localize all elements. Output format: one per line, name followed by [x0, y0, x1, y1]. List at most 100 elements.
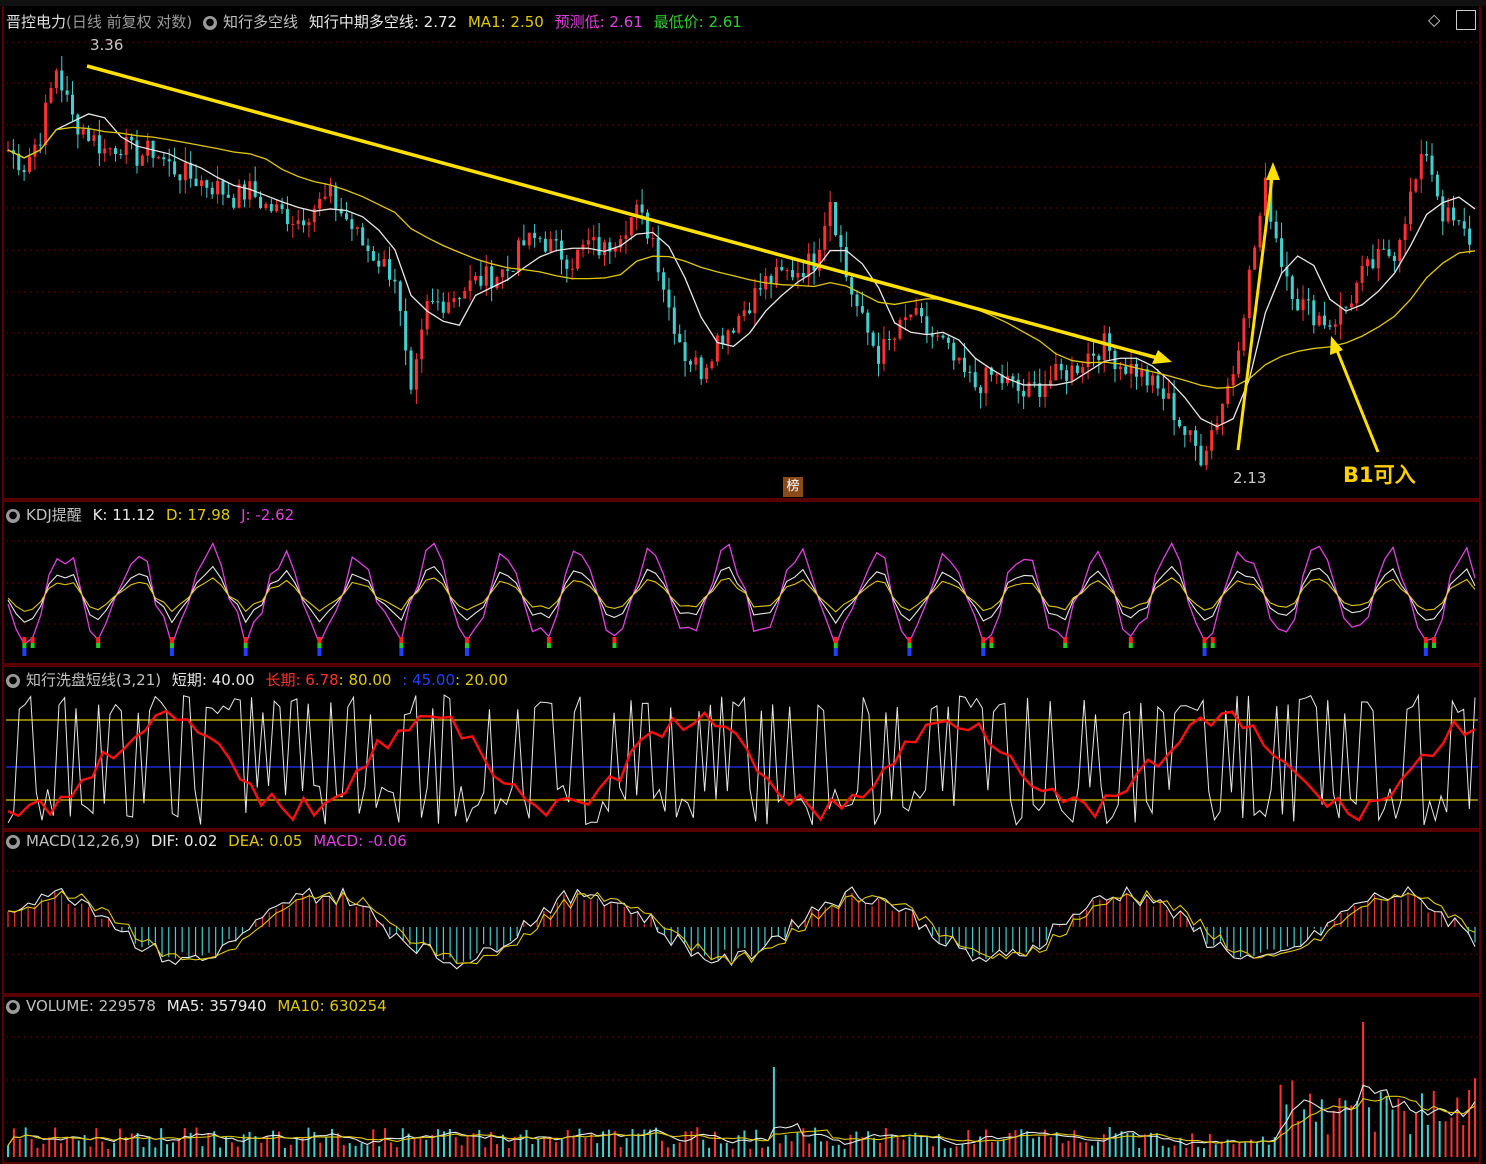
candle-body [726, 330, 730, 344]
macd-header: ● MACD(12,26,9) DIF: 0.02 DEA: 0.05 MACD:… [6, 832, 413, 850]
signal-red-bar [612, 637, 617, 643]
candle-body [1306, 299, 1310, 301]
candle-body [436, 301, 440, 303]
candle-body [108, 148, 112, 150]
candle-body [1371, 259, 1375, 269]
candle-body [602, 242, 606, 256]
stock-name[interactable]: 晋控电力 [6, 13, 66, 31]
price-panel: 晋控电力(日线 前复权 对数) ● 知行多空线 知行中期多空线: 2.72 MA1… [0, 0, 1486, 500]
candle-body [1183, 426, 1187, 435]
candle-body [543, 238, 547, 252]
candle-body [1134, 363, 1138, 377]
wash-settings-icon[interactable]: ● [6, 673, 20, 688]
volume-name[interactable]: VOLUME: 229578 [26, 997, 156, 1015]
candle-body [898, 319, 902, 339]
signal-red-bar [989, 637, 994, 643]
settings-icon[interactable]: ● [203, 15, 218, 30]
maximize-button[interactable] [1456, 10, 1476, 30]
wash-name[interactable]: 知行洗盘短线(3,21) [26, 671, 161, 689]
candle-body [1145, 369, 1149, 386]
candle-body [388, 259, 392, 280]
candle-body [81, 129, 85, 135]
signal-blue-bar [1202, 648, 1207, 656]
candle-body [1355, 282, 1359, 304]
candle-body [1022, 390, 1026, 397]
candle-body [345, 213, 349, 220]
candle-body [656, 238, 660, 273]
candle-body [748, 310, 752, 314]
candle-body [952, 342, 956, 361]
candle-body [592, 237, 596, 241]
dif-line [7, 885, 1476, 970]
signal-red-bar [833, 637, 838, 643]
candle-body [1161, 388, 1165, 399]
candle-body [350, 219, 354, 230]
candle-body [576, 249, 580, 269]
wash-short: 短期: 40.00 [171, 671, 255, 689]
candle-body [903, 317, 907, 320]
kdj-name[interactable]: KDJ提醒 [26, 506, 82, 524]
candle-body [60, 70, 64, 91]
panel-frame [2, 665, 1481, 830]
wash-45: : 45.00 [402, 671, 455, 689]
kdj-settings-icon[interactable]: ● [6, 508, 20, 523]
candle-body [1070, 365, 1074, 381]
candle-body [119, 153, 123, 156]
candle-body [425, 300, 429, 330]
macd-dif: DIF: 0.02 [150, 832, 218, 850]
macd-dea: DEA: 0.05 [228, 832, 303, 850]
restore-button[interactable]: ◇ [1428, 10, 1446, 29]
candle-body [893, 338, 897, 340]
dea-line [7, 889, 1476, 965]
candle-body [452, 298, 456, 303]
candle-body [758, 288, 762, 290]
candle-body [694, 357, 698, 365]
volume-settings-icon[interactable]: ● [6, 999, 20, 1014]
candle-body [1054, 363, 1058, 381]
candle-body [76, 114, 80, 135]
candle-body [420, 329, 424, 360]
candle-body [995, 374, 999, 376]
volume-panel: ● VOLUME: 229578 MA5: 357940 MA10: 630254 [0, 995, 1486, 1164]
chart-mode[interactable]: (日线 前复权 对数) [66, 13, 192, 31]
rank-badge[interactable]: 榜 [783, 477, 803, 497]
candle-body [355, 227, 359, 230]
candle-body [226, 194, 230, 198]
candle-body [1312, 300, 1316, 326]
signal-red-bar [22, 637, 27, 643]
candle-body [366, 245, 370, 252]
candle-body [167, 159, 171, 162]
candle-body [1452, 207, 1456, 221]
candle-body [38, 144, 42, 146]
candle-body [382, 259, 386, 267]
signal-green-bar [464, 643, 469, 648]
candle-body [103, 148, 107, 154]
signal-green-bar [1128, 643, 1133, 648]
indicator-name[interactable]: 知行多空线 [223, 13, 298, 31]
candle-body [1462, 221, 1466, 229]
signal-green-bar [1432, 643, 1437, 648]
macd-settings-icon[interactable]: ● [6, 834, 20, 849]
candle-body [1382, 248, 1386, 250]
panel-frame [2, 0, 1481, 500]
signal-red-bar [169, 637, 174, 643]
short-term-line [7, 693, 1476, 826]
volume-chart [2, 995, 1481, 1164]
candle-body [1118, 366, 1122, 370]
candle-body [183, 162, 187, 181]
candle-body [1172, 393, 1176, 420]
candle-body [1360, 265, 1364, 283]
candle-body [302, 220, 306, 226]
candle-body [323, 196, 327, 199]
signal-red-bar [1202, 637, 1207, 643]
candle-body [1108, 333, 1112, 351]
candle-body [1220, 403, 1224, 424]
signal-green-bar [546, 643, 551, 648]
candle-body [941, 335, 945, 338]
signal-green-bar [96, 643, 101, 648]
macd-name[interactable]: MACD(12,26,9) [26, 832, 140, 850]
candle-body [1333, 324, 1337, 327]
candle-body [909, 314, 913, 318]
candle-body [393, 279, 397, 282]
candle-body [774, 266, 778, 284]
